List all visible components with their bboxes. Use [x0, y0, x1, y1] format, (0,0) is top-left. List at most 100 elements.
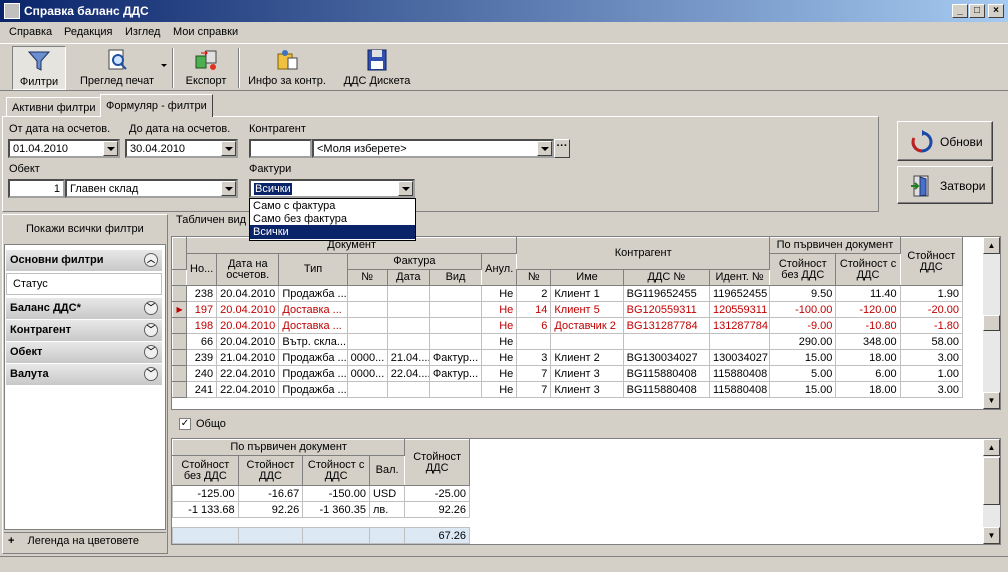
table-cell[interactable]: 7 [516, 381, 552, 398]
table-cell[interactable] [386, 285, 430, 302]
summary-cell[interactable]: -25.00 [404, 485, 470, 502]
object-code-input[interactable]: 1 [8, 179, 65, 198]
summary-cell[interactable]: -125.00 [172, 485, 239, 502]
show-all-filters-link[interactable]: Покажи всички филтри [26, 223, 144, 235]
table-cell[interactable] [386, 317, 430, 334]
chevron-down-icon[interactable]: ﹀ [144, 301, 158, 315]
from-date-field[interactable]: 01.04.2010 [8, 139, 120, 158]
minimize-button[interactable]: _ [952, 4, 968, 18]
table-cell[interactable]: 6.00 [835, 365, 901, 382]
table-cell[interactable]: Не [481, 285, 518, 302]
table-cell[interactable] [346, 301, 388, 318]
main-grid-scrollbar[interactable]: ▲ ▼ [983, 237, 1000, 409]
table-cell[interactable]: 6 [516, 317, 552, 334]
table-row[interactable]: 241 22.04.2010 Продажба ... Не 7 Клиент 3 BG11… [172, 381, 964, 398]
table-row[interactable]: ▶ 197 20.04.2010 Доставка ... Не 14 Клиент 5 BG… [172, 301, 964, 318]
filters-button[interactable]: Филтри [12, 46, 66, 90]
summary-cell[interactable]: -1 133.68 [172, 501, 239, 518]
menu-report[interactable]: Справка [9, 26, 52, 38]
summary-scrollbar[interactable]: ▲ ▼ [983, 439, 1000, 544]
summary-cell[interactable]: -150.00 [302, 485, 370, 502]
table-cell[interactable]: 7 [516, 365, 552, 382]
vat-disk-button[interactable]: ДДС Дискета [337, 46, 417, 90]
counterparty-code-input[interactable] [249, 139, 312, 158]
table-cell[interactable]: 131287784 [708, 317, 771, 334]
col-vat-value[interactable]: Стойност ДДС [899, 237, 964, 286]
table-cell[interactable]: 58.00 [899, 333, 964, 350]
table-cell[interactable]: Клиент 2 [550, 349, 624, 366]
col-value-with-vat[interactable]: Стойност с ДДС [835, 253, 901, 286]
chevron-down-icon[interactable]: ﹀ [144, 345, 158, 359]
table-cell[interactable]: Клиент 5 [550, 301, 624, 318]
table-cell[interactable]: 115880408 [708, 381, 771, 398]
table-cell[interactable] [386, 381, 430, 398]
table-cell[interactable]: BG120559311 [622, 301, 710, 318]
table-cell[interactable] [346, 285, 388, 302]
table-cell[interactable]: BG119652455 [622, 285, 710, 302]
table-cell[interactable]: 0000... [346, 349, 388, 366]
table-cell[interactable]: -10.80 [835, 317, 901, 334]
status-filter-item[interactable]: Статус [6, 273, 162, 295]
table-cell[interactable]: Доставчик 2 [550, 317, 624, 334]
table-cell[interactable]: 22.04.2010 [216, 365, 280, 382]
group-counterparty[interactable]: Контрагент ﹀ [6, 320, 162, 341]
table-cell[interactable]: 66 [186, 333, 218, 350]
counterparty-select[interactable]: <Моля изберете> [312, 139, 554, 158]
table-cell[interactable]: 20.04.2010 [216, 301, 280, 318]
table-cell[interactable]: 239 [186, 349, 218, 366]
col-type[interactable]: Тип [278, 253, 348, 286]
table-row[interactable]: 66 20.04.2010 Вътр. скла... Не 290.00 348.00 5… [172, 333, 964, 350]
export-button[interactable]: Експорт [180, 46, 232, 90]
summary-cell[interactable]: лв. [368, 501, 406, 518]
table-cell[interactable]: BG115880408 [622, 381, 710, 398]
menu-view[interactable]: Изглед [125, 26, 160, 38]
table-cell[interactable] [346, 381, 388, 398]
total-checkbox[interactable]: ✓ [179, 418, 191, 430]
table-cell[interactable] [386, 301, 430, 318]
table-cell[interactable]: 20.04.2010 [216, 333, 280, 350]
print-preview-dropdown-icon[interactable] [161, 64, 167, 67]
table-cell[interactable]: Фактур... [428, 349, 483, 366]
table-cell[interactable]: Не [481, 301, 518, 318]
maximize-button[interactable]: □ [969, 4, 985, 18]
print-preview-button[interactable]: Преглед печат [72, 46, 162, 90]
col-ident-number[interactable]: Идент. № [708, 269, 771, 286]
table-cell[interactable]: 1.90 [899, 285, 964, 302]
invoice-option-with[interactable]: Само с фактура [250, 199, 415, 212]
chevron-down-icon[interactable]: ﹀ [144, 323, 158, 337]
table-cell[interactable]: 119652455 [708, 285, 771, 302]
scroll-down-icon[interactable]: ▼ [983, 527, 1000, 544]
table-cell[interactable]: 22.04.... [386, 365, 430, 382]
table-cell[interactable]: Продажба ... [278, 285, 348, 302]
table-cell[interactable] [516, 333, 552, 350]
table-cell[interactable]: 130034027 [708, 349, 771, 366]
table-cell[interactable]: Клиент 1 [550, 285, 624, 302]
table-cell[interactable]: 115880408 [708, 365, 771, 382]
table-cell[interactable]: Фактур... [428, 365, 483, 382]
table-cell[interactable]: -100.00 [769, 301, 837, 318]
table-cell[interactable]: BG131287784 [622, 317, 710, 334]
table-cell[interactable]: Продажба ... [278, 349, 348, 366]
summary-row[interactable]: -1 133.68 92.26 -1 360.35 лв. 92.26 [172, 501, 470, 518]
summary-cell[interactable]: 92.26 [404, 501, 470, 518]
table-cell[interactable]: 241 [186, 381, 218, 398]
summary-row[interactable]: -125.00 -16.67 -150.00 USD -25.00 [172, 485, 470, 502]
table-row[interactable]: 239 21.04.2010 Продажба ... 0000... 21.04...… [172, 349, 964, 366]
legend-bar[interactable]: + Легенда на цветовете [4, 532, 166, 550]
chevron-down-icon[interactable] [221, 141, 236, 156]
table-cell[interactable]: 290.00 [769, 333, 837, 350]
to-date-field[interactable]: 30.04.2010 [125, 139, 238, 158]
scroll-thumb[interactable] [983, 457, 1000, 505]
table-cell[interactable] [346, 333, 388, 350]
invoices-select[interactable]: Всички [249, 179, 415, 198]
table-cell[interactable]: BG115880408 [622, 365, 710, 382]
summary-cell[interactable]: 92.26 [237, 501, 304, 518]
row-indicator[interactable] [172, 333, 188, 350]
table-cell[interactable]: -20.00 [899, 301, 964, 318]
table-row[interactable]: 198 20.04.2010 Доставка ... Не 6 Доставчик 2B… [172, 317, 964, 334]
table-cell[interactable]: 198 [186, 317, 218, 334]
summary-col-vat-total[interactable]: Стойност ДДС [404, 439, 470, 486]
table-cell[interactable]: Продажба ... [278, 365, 348, 382]
chevron-down-icon[interactable] [537, 141, 552, 156]
chevron-down-icon[interactable] [103, 141, 118, 156]
